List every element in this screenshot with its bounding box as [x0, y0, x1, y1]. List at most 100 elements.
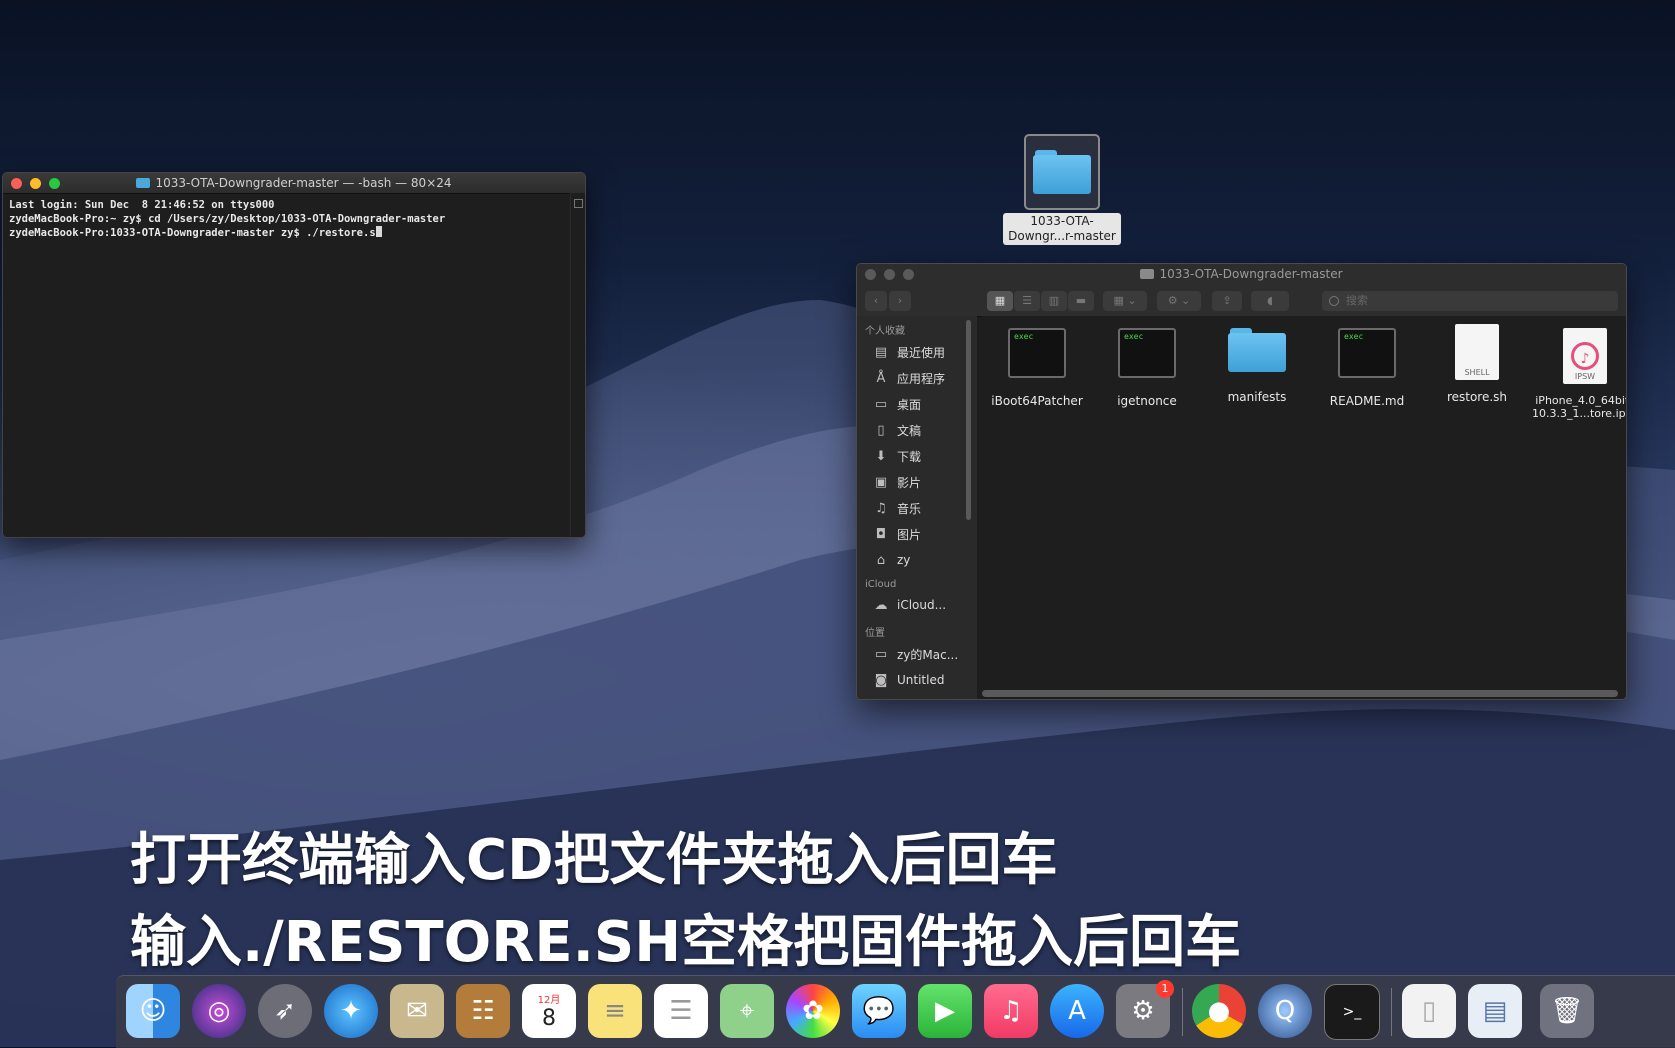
sidebar-item-downloads[interactable]: ⬇ 下载	[857, 443, 977, 469]
close-button[interactable]	[11, 178, 22, 189]
photos-icon[interactable]: ✿	[786, 984, 840, 1038]
back-button[interactable]: ‹	[865, 291, 887, 311]
desktop-folder[interactable]: 1033-OTA- Downgr...r-master	[1002, 134, 1122, 245]
app-store-icon[interactable]: A	[1050, 984, 1104, 1038]
minimize-button[interactable]	[884, 269, 895, 280]
finder-toolbar: ‹ › ▦ ☰ ▥ ▬ ▦ ⌄ ⚙ ⌄ ⇪ ◖ 搜索	[857, 284, 1626, 317]
column-view-button[interactable]: ▥	[1041, 291, 1067, 311]
downloads-icon: ⬇	[875, 448, 887, 464]
search-placeholder: 搜索	[1346, 294, 1368, 307]
dock-separator	[1182, 988, 1183, 1036]
group-button[interactable]: ▦ ⌄	[1103, 291, 1147, 311]
tag-button[interactable]: ◖	[1251, 291, 1289, 311]
minimize-button[interactable]	[30, 178, 41, 189]
finder-icon[interactable]: ☺	[126, 984, 180, 1038]
file-name: iBoot64Patcher	[991, 394, 1083, 408]
terminal-line: Last login: Sun Dec 8 21:46:52 on ttys00…	[9, 199, 275, 211]
finder-titlebar[interactable]: 1033-OTA-Downgrader-master	[857, 264, 1626, 284]
safari-icon[interactable]: ✦	[324, 984, 378, 1038]
itunes-icon[interactable]: ♫	[984, 984, 1038, 1038]
sidebar-section-icloud: iCloud	[865, 579, 897, 590]
disk-icon: ◙	[874, 672, 888, 688]
sidebar-item-home[interactable]: ⌂ zy	[857, 547, 977, 573]
file-name: README.md	[1329, 394, 1405, 408]
sidebar-item-untitled[interactable]: ◙ Untitled	[857, 667, 977, 693]
file-name: manifests	[1227, 390, 1287, 404]
chrome-icon[interactable]: ●	[1192, 984, 1246, 1038]
sidebar-item-desktop[interactable]: ▭ 桌面	[857, 391, 977, 417]
maps-icon[interactable]: ⌖	[720, 984, 774, 1038]
horizontal-scrollbar[interactable]	[982, 690, 1618, 697]
forward-button[interactable]: ›	[889, 291, 911, 311]
share-button[interactable]: ⇪	[1212, 291, 1242, 311]
file-name: iPhone_4.0_64bit_	[1535, 394, 1627, 407]
system-preferences-icon[interactable]: ⚙ 1	[1116, 980, 1174, 1038]
music-icon: ♫	[875, 500, 887, 516]
trash-icon[interactable]: 🗑	[1540, 984, 1594, 1038]
reminders-icon[interactable]: ☰	[654, 984, 708, 1038]
terminal-line: zydeMacBook-Pro:1033-OTA-Downgrader-mast…	[9, 227, 376, 239]
terminal-icon[interactable]: >_	[1324, 984, 1380, 1040]
list-view-button[interactable]: ☰	[1014, 291, 1040, 311]
home-icon: ⌂	[876, 552, 886, 568]
close-button[interactable]	[865, 269, 876, 280]
messages-icon[interactable]: 💬	[852, 984, 906, 1038]
dock: ☺ ◎ ➶ ✦ ✉ ☷ 12月 8 ≡ ☰ ⌖ ✿ 💬 ▶ ♫ A ⚙ 1 ● Q …	[116, 975, 1675, 1048]
file-name-line2: 10.3.3_1...tore.ipsw	[1532, 407, 1626, 420]
document-icon[interactable]: ▯	[1402, 984, 1456, 1038]
sidebar-section-favorites: 个人收藏	[865, 326, 905, 337]
mail-icon[interactable]: ✉	[390, 984, 444, 1038]
shell-script-icon: SHELL	[1455, 324, 1499, 380]
search-input[interactable]: 搜索	[1322, 291, 1618, 311]
sidebar-scrollbar[interactable]	[966, 320, 971, 520]
laptop-icon: ▭	[874, 646, 888, 662]
desktop-folder-label: 1033-OTA- Downgr...r-master	[1003, 213, 1121, 245]
terminal-scrollbar[interactable]	[570, 193, 585, 537]
icon-view-button[interactable]: ▦	[987, 291, 1013, 311]
search-icon	[1329, 296, 1339, 306]
sidebar-item-music[interactable]: ♫ 音乐	[857, 495, 977, 521]
sidebar-item-recents[interactable]: ▤ 最近使用	[857, 339, 977, 365]
sidebar-item-applications[interactable]: Å 应用程序	[857, 365, 977, 391]
launchpad-icon[interactable]: ➶	[258, 984, 312, 1038]
notification-badge: 1	[1156, 980, 1174, 998]
text-cursor	[375, 226, 382, 237]
facetime-icon[interactable]: ▶	[918, 984, 972, 1038]
sidebar-item-pictures[interactable]: ◘ 图片	[857, 521, 977, 547]
terminal-output[interactable]: Last login: Sun Dec 8 21:46:52 on ttys00…	[3, 194, 585, 244]
desktop-icon: ▭	[874, 396, 888, 412]
pictures-icon: ◘	[875, 526, 887, 542]
quicktime-icon[interactable]: Q	[1258, 984, 1312, 1038]
subtitle-line-2: 输入./RESTORE.SH空格把固件拖入后回车	[130, 910, 1242, 975]
finder-window[interactable]: 1033-OTA-Downgrader-master ‹ › ▦ ☰ ▥ ▬ ▦…	[856, 263, 1627, 700]
contacts-icon[interactable]: ☷	[456, 984, 510, 1038]
ipsw-icon: ♪ IPSW	[1563, 328, 1607, 384]
zoom-button[interactable]	[49, 178, 60, 189]
sidebar-section-locations: 位置	[865, 628, 885, 639]
action-gear-button[interactable]: ⚙ ⌄	[1157, 291, 1201, 311]
file-item[interactable]: ♪ IPSW iPhone_4.0_64bit_ 10.3.3_1...tore.…	[1532, 328, 1627, 420]
file-item[interactable]: exec README.md	[1312, 328, 1422, 408]
terminal-window[interactable]: 1033-OTA-Downgrader-master — -bash — 80×…	[2, 172, 586, 538]
file-item[interactable]: exec iBoot64Patcher	[982, 328, 1092, 408]
terminal-titlebar[interactable]: 1033-OTA-Downgrader-master — -bash — 80×…	[3, 173, 585, 194]
sidebar-item-documents[interactable]: ▯ 文稿	[857, 417, 977, 443]
sidebar-item-movies[interactable]: ▣ 影片	[857, 469, 977, 495]
sidebar-item-mac[interactable]: ▭ zy的Mac...	[857, 641, 977, 667]
siri-icon[interactable]: ◎	[192, 984, 246, 1038]
applications-icon: Å	[876, 370, 886, 386]
sidebar-item-icloud-drive[interactable]: ☁ iCloud...	[857, 592, 977, 618]
notes-icon[interactable]: ≡	[588, 984, 642, 1038]
calendar-icon[interactable]: 12月 8	[522, 984, 576, 1038]
cloud-icon: ☁	[874, 597, 888, 613]
gallery-view-button[interactable]: ▬	[1068, 291, 1094, 311]
finder-content: exec iBoot64Patcher exec igetnonce manif…	[982, 316, 1626, 699]
screenshot-icon[interactable]: ▤	[1468, 984, 1522, 1038]
exec-icon: exec	[1008, 328, 1066, 378]
file-item[interactable]: SHELL restore.sh	[1422, 324, 1532, 404]
zoom-button[interactable]	[903, 269, 914, 280]
movies-icon: ▣	[874, 474, 888, 490]
file-item[interactable]: exec igetnonce	[1092, 328, 1202, 408]
file-item[interactable]: manifests	[1202, 328, 1312, 404]
terminal-line: zydeMacBook-Pro:~ zy$ cd /Users/zy/Deskt…	[9, 213, 446, 225]
